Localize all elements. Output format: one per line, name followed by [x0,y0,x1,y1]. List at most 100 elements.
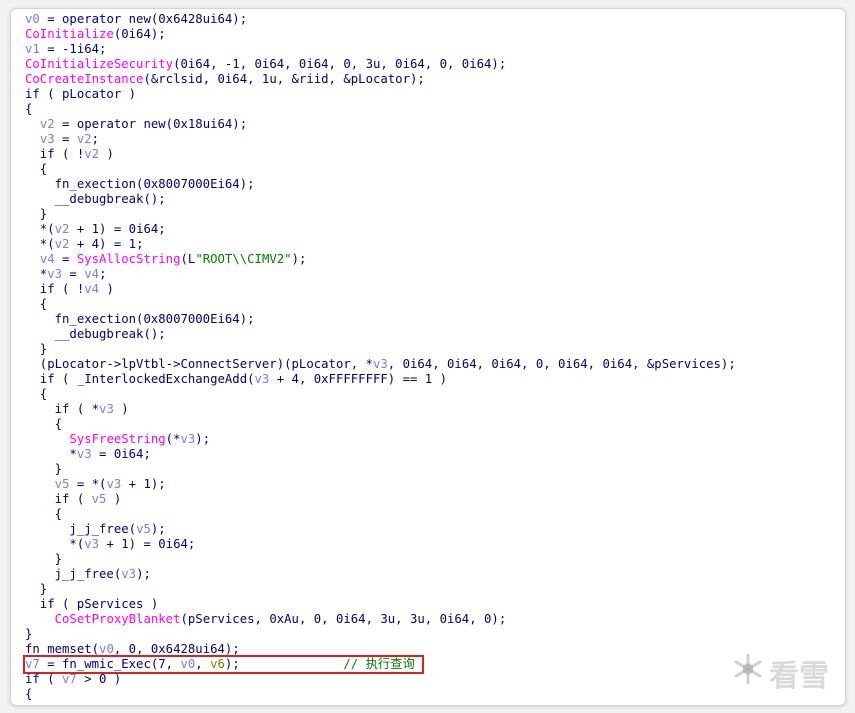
code-token: v7 [62,672,77,686]
code-panel: v0 = operator new(0x6428ui64); CoInitiali… [10,8,846,706]
code-token: __debugbreak(); [25,192,166,206]
code-line: } [25,207,736,222]
watermark: 看雪 [731,651,829,695]
code-token: { [25,162,48,176]
code-token: // 执行查询 [343,657,415,671]
code-line: j_j_free(v5); [25,522,736,537]
code-line: v5 = *(v3 + 1); [25,477,736,492]
code-token: (L [180,252,196,266]
code-token: v1 [25,42,40,56]
code-token: { [25,297,48,311]
code-token: v2 [76,132,92,146]
code-token: + 1) = 0i64; [69,222,166,236]
code-token: v3 [106,477,122,491]
code-line: v0 = operator new(0x6428ui64); [25,12,736,27]
code-token: "ROOT\\CIMV2" [195,252,292,266]
code-token: v3 [254,372,270,386]
highlighted-code-line: v7 = fn_wmic_Exec(7, v0, v6); // 执行查询 [23,655,424,674]
code-token: *( [25,537,85,551]
code-token: v3 [99,402,114,416]
code-token: v5 [54,477,70,491]
code-line: { [25,687,736,702]
code-token: v3 [121,567,137,581]
code-token: * [25,267,48,281]
code-token: + 4) = 1; [69,237,144,251]
code-line: if ( !v2 ) [25,147,736,162]
code-line: fn_exection(0x8007000Ei64); [25,312,736,327]
code-token: } [25,342,48,356]
code-token: { [25,507,63,521]
code-line: __debugbreak(); [25,192,736,207]
code-token: = operator new(0x18ui64); [54,117,248,131]
code-token: v0 [180,657,196,671]
code-token: v2 [54,237,70,251]
code-token: j_j_free( [25,522,137,536]
code-token: { [25,387,48,401]
code-token: ; [99,267,107,281]
code-token: *( [25,222,55,236]
code-token: v2 [84,147,100,161]
code-line: (pLocator->lpVtbl->ConnectServer)(pLocat… [25,357,736,372]
code-line: CoInitializeSecurity(0i64, -1, 0i64, 0i6… [25,57,736,72]
code-line: } [25,342,736,357]
code-token: v3 [372,357,388,371]
code-token: fn_exection(0x8007000Ei64); [25,312,255,326]
code-token: CoInitializeSecurity [25,57,174,71]
code-token: if ( pServices ) [25,597,159,611]
code-token: ); [136,567,151,581]
code-line: CoCreateInstance(&rclsid, 0i64, 1u, &rii… [25,72,736,87]
code-token: } [25,582,48,596]
code-line: *v3 = v4; [25,267,736,282]
code-token: (* [165,432,181,446]
code-line: *(v2 + 4) = 1; [25,237,736,252]
code-token: if ( [25,672,63,686]
code-token: = 0i64; [91,447,151,461]
code-token: v3 [180,432,196,446]
code-token: *( [25,237,55,251]
code-token: CoCreateInstance [25,72,144,86]
code-token: ); [291,252,307,266]
code-token: + 4, 0xFFFFFFFF) == 1 ) [269,372,448,386]
watermark-text: 看雪 [769,659,829,694]
code-line: { [25,507,736,522]
code-line: if ( !v4 ) [25,282,736,297]
code-token: if ( [25,492,92,506]
code-token: v7 [25,657,40,671]
code-line: j_j_free(v3); [25,567,736,582]
code-token: v6 [210,657,225,671]
code-token: * [25,447,77,461]
code-line: __debugbreak(); [25,327,736,342]
code-token: , 0, 0x6428ui64); [113,642,240,656]
code-token: v2 [39,117,55,131]
code-token: SysFreeString [69,432,166,446]
code-token: ); [195,432,211,446]
code-token: v2 [54,222,70,236]
code-line: if ( _InterlockedExchangeAdd(v3 + 4, 0xF… [25,372,736,387]
code-line: CoInitialize(0i64); [25,27,736,42]
code-line: { [25,162,736,177]
code-line: if ( v7 > 0 ) [25,672,736,687]
code-token: (0i64); [113,27,166,41]
code-token: v3 [47,267,63,281]
code-line: v3 = v2; [25,132,736,147]
code-token: = *( [69,477,107,491]
code-token: } [25,627,33,641]
code-token: } [25,552,63,566]
code-token: CoInitialize [25,27,114,41]
code-token: ) [106,492,122,506]
snowflake-icon [731,652,765,694]
code-token: if ( * [25,402,100,416]
code-token: = fn_wmic_Exec(7, [39,657,181,671]
code-token: (pServices, 0xAu, 0, 0i64, 3u, 3u, 0i64,… [180,612,507,626]
code-token: } [25,207,48,221]
code-line: v7 = fn_wmic_Exec(7, v0, v6); // 执行查询 [23,655,736,674]
code-token: v3 [76,447,92,461]
code-line: if ( *v3 ) [25,402,736,417]
code-token: ); [224,657,240,671]
code-line: if ( pLocator ) [25,87,736,102]
code-token: ; [91,132,100,146]
